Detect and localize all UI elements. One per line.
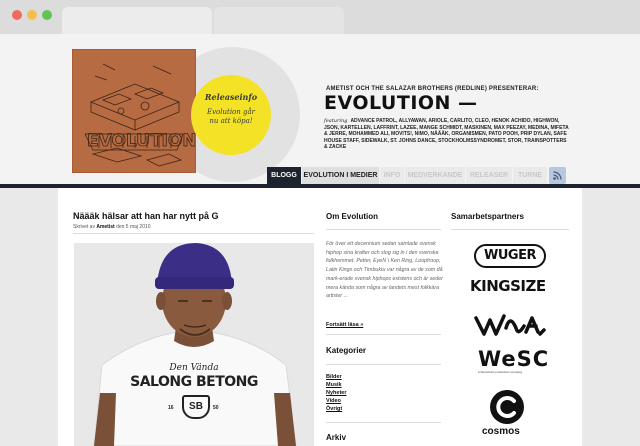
- rss-feed-button[interactable]: [549, 167, 566, 184]
- graffiti-tag-icon: [474, 314, 546, 336]
- nav-tab-turne[interactable]: TURNE: [513, 167, 547, 184]
- featuring-list: featuring ADVANCE PATROL, ALLYAWAN, ARIOL…: [324, 118, 569, 151]
- wesc-wordmark: WeSC: [478, 347, 550, 371]
- wuger-wordmark: WUGER: [484, 248, 536, 263]
- categories-heading: Kategorier: [326, 346, 367, 355]
- post-author[interactable]: Ametist: [96, 224, 114, 230]
- album-cover[interactable]: EVOLUTION: [73, 50, 195, 172]
- divider: [326, 334, 441, 335]
- divider: [326, 364, 441, 365]
- release-info-subtitle: Evolution går nu att köpa!: [206, 108, 256, 125]
- shirt-print-number: 16: [168, 405, 174, 411]
- divider: [73, 233, 314, 234]
- release-info-title: Releaseinfo: [204, 92, 258, 102]
- featuring-artists: ADVANCE PATROL, ALLYAWAN, ARIOLE, CARLIT…: [324, 118, 569, 150]
- shirt-print-top: Den Vända: [169, 363, 219, 373]
- post-meta-prefix: Skrivet av: [73, 224, 95, 230]
- post-photo[interactable]: Den Vända SALONG BETONG SB 16 50: [74, 243, 314, 446]
- archive-heading: Arkiv: [326, 433, 347, 442]
- album-artwork-icon: EVOLUTION: [84, 63, 195, 167]
- rss-icon: [553, 171, 562, 180]
- browser-chrome: [0, 0, 640, 35]
- shirt-print-number: 50: [213, 405, 219, 411]
- nav-tab-medverkande[interactable]: MEDVERKANDE: [405, 167, 465, 184]
- categories-list: Bilder Musik Nyheter Video Övrigt: [326, 373, 346, 413]
- category-link[interactable]: Bilder: [326, 373, 346, 381]
- about-text: För över ett decennium sedan samlade sve…: [326, 241, 443, 300]
- category-link[interactable]: Musik: [326, 381, 346, 389]
- divider: [451, 229, 569, 230]
- close-window-icon[interactable]: [12, 10, 22, 20]
- cosmos-wordmark[interactable]: cosmos: [482, 426, 520, 437]
- divider: [326, 422, 441, 423]
- cosmos-logo-icon[interactable]: [490, 390, 524, 424]
- featuring-label: featuring: [324, 118, 348, 124]
- nav-tab-info[interactable]: INFO: [380, 167, 404, 184]
- category-link[interactable]: Nyheter: [326, 389, 346, 397]
- category-link[interactable]: Video: [326, 397, 346, 405]
- divider: [326, 229, 441, 230]
- maximize-window-icon[interactable]: [42, 10, 52, 20]
- browser-tab[interactable]: [214, 7, 344, 34]
- post-title[interactable]: Näääk hälsar att han har nytt på G: [73, 211, 219, 221]
- partner-logo-wuger[interactable]: WUGER: [474, 244, 546, 268]
- svg-text:EVOLUTION: EVOLUTION: [87, 131, 195, 151]
- release-info-badge[interactable]: Releaseinfo Evolution går nu att köpa!: [191, 75, 271, 155]
- nav-tab-evolution-i-medier[interactable]: EVOLUTION I MEDIER: [302, 167, 379, 184]
- post-meta: Skrivet av Ametist den 5 maj 2010: [73, 224, 151, 230]
- read-more-link[interactable]: Fortsätt läsa »: [326, 322, 363, 328]
- about-heading: Om Evolution: [326, 212, 378, 221]
- cosmos-swirl-icon: [496, 396, 516, 418]
- nav-tab-blogg[interactable]: BLOGG: [267, 167, 301, 184]
- partner-logo-wesc[interactable]: WeSC a WeActivist production company: [478, 348, 548, 374]
- site-title: EVOLUTION —: [324, 92, 478, 114]
- post-date: den 5 maj 2010: [116, 224, 151, 230]
- category-link[interactable]: Övrigt: [326, 405, 346, 413]
- partner-logo-kingsize[interactable]: KINGSIZE: [470, 277, 546, 295]
- partners-heading: Samarbetspartners: [451, 212, 524, 221]
- shirt-print-main: SALONG BETONG: [130, 374, 258, 390]
- partner-logo-graffiti[interactable]: [474, 310, 546, 340]
- shirt-print-badge: SB: [182, 395, 210, 419]
- nav-tab-releaser[interactable]: RELEASER: [466, 167, 512, 184]
- browser-tab[interactable]: [62, 7, 212, 34]
- minimize-window-icon[interactable]: [27, 10, 37, 20]
